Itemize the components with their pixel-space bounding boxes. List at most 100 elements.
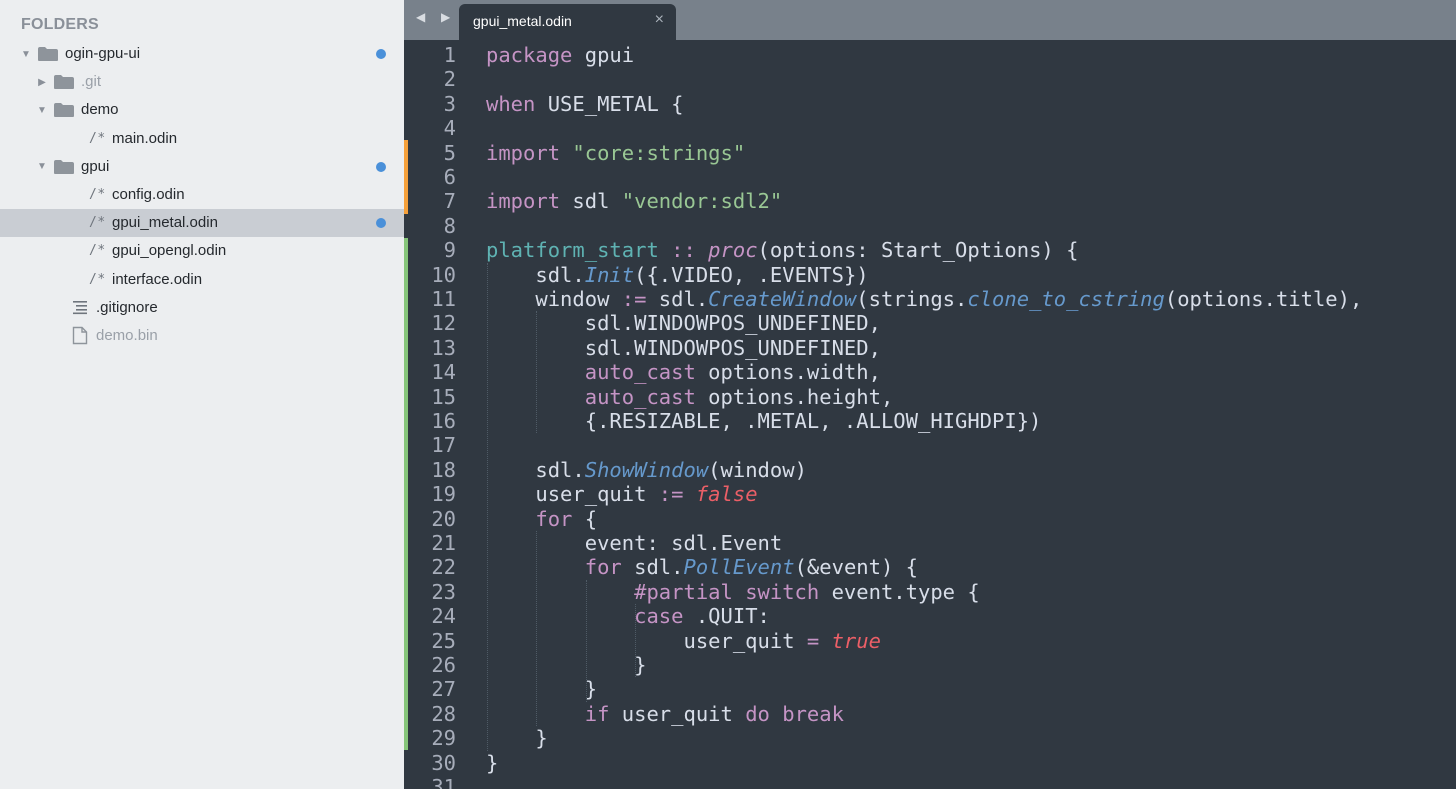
code-line[interactable]: 4 [404,116,1456,140]
folder-icon [53,102,75,118]
code-text: sdl.ShowWindow(window) [486,458,807,482]
code-token: Init [584,262,635,287]
code-line[interactable]: 1 package gpui [404,43,1456,67]
indent-guide [536,311,538,434]
code-text: auto_cast options.height, [486,385,894,409]
disclosure-open-icon[interactable]: ▼ [36,161,48,173]
code-token: event: sdl.Event [486,531,783,555]
code-token: sdl.WINDOWPOS_UNDEFINED, [486,335,881,360]
sidebar: FOLDERS ▼ ogin-gpu-ui ▶ .git ▼ demo /* main.odi… [0,0,404,789]
code-line[interactable]: 27 } [404,677,1456,701]
disclosure-open-icon[interactable]: ▼ [36,104,48,116]
tree-item-label: demo [81,101,119,119]
code-line[interactable]: 29 } [404,726,1456,750]
code-token: event.type { [819,579,980,604]
code-line[interactable]: 5 import "core:strings" [404,141,1456,165]
tree-item-label: config.odin [112,186,185,203]
code-line[interactable]: 12 sdl.WINDOWPOS_UNDEFINED, [404,311,1456,335]
code-line[interactable]: 22 for sdl.PollEvent(&event) { [404,555,1456,579]
line-number: 21 [431,531,456,555]
tab-gpui-metal[interactable]: gpui_metal.odin × [459,4,676,40]
line-number: 4 [443,116,456,141]
code-line[interactable]: 9 platform_start :: proc(options: Start_O… [404,238,1456,262]
tree-item-label: .gitignore [96,298,158,316]
tree-item[interactable]: ▼ gpui [0,153,404,181]
tree-item[interactable]: /* gpui_opengl.odin [0,237,404,265]
code-text: sdl.Init({.VIDEO, .EVENTS}) [486,262,868,287]
code-line[interactable]: 15 auto_cast options.height, [404,385,1456,409]
code-line[interactable]: 30} [404,751,1456,775]
tree-item[interactable]: /* config.odin [0,181,404,209]
code-line[interactable]: 2 [404,67,1456,91]
tree-item[interactable]: ▶ .git [0,68,404,96]
code-line[interactable]: 13 sdl.WINDOWPOS_UNDEFINED, [404,336,1456,360]
line-number: 23 [431,579,456,604]
disclosure-closed-icon[interactable]: ▶ [36,76,48,88]
tree-item[interactable]: demo.bin [0,322,404,350]
code-line[interactable]: 25 user_quit = true [404,629,1456,653]
code-token: USE_METAL { [535,91,684,116]
code-line[interactable]: 23 #partial switch event.type { [404,580,1456,604]
code-token: if [584,701,610,726]
code-token: = [806,628,820,653]
tab-title: gpui_metal.odin [473,13,572,29]
line-number: 27 [431,677,456,702]
code-token: import [486,189,561,214]
code-token: gpui [572,43,635,67]
tree-item[interactable]: /* main.odin [0,125,404,153]
code-line[interactable]: 19 user_quit := false [404,482,1456,506]
tree-item-label: ogin-gpu-ui [65,45,141,62]
code-line[interactable]: 8 [404,214,1456,238]
code-token: (options: Start_Options) { [757,238,1079,263]
tree-item-label: gpui_metal.odin [112,214,218,232]
line-number: 18 [431,457,456,482]
code-token: platform_start [486,238,659,263]
code-line[interactable]: 21 event: sdl.Event [404,531,1456,555]
line-number: 14 [431,360,456,385]
code-view[interactable]: 1 package gpui 2 3 when USE_METAL {4 5 import … [404,40,1456,789]
code-line[interactable]: 17 [404,433,1456,457]
code-token: clone_to_cstring [967,287,1165,311]
tab-nav-arrows-icon[interactable]: ◀ ▶ [416,10,456,24]
code-line[interactable]: 6 [404,165,1456,189]
code-text: for sdl.PollEvent(&event) { [486,555,918,579]
code-line[interactable]: 14 auto_cast options.width, [404,360,1456,384]
tree-item[interactable]: /* gpui_metal.odin [0,209,404,238]
folders-heading: FOLDERS [21,16,99,33]
code-token: sdl. [486,262,585,287]
code-line[interactable]: 18 sdl.ShowWindow(window) [404,458,1456,482]
code-token: user_quit [609,701,746,726]
code-token: } [486,653,647,677]
tree-item[interactable]: ▼ demo [0,96,404,124]
modified-dot-icon [376,218,386,229]
code-text: user_quit := false [486,482,757,506]
code-line[interactable]: 24 case .QUIT: [404,604,1456,628]
code-line[interactable]: 10 sdl.Init({.VIDEO, .EVENTS}) [404,263,1456,287]
code-line[interactable]: 7 import sdl "vendor:sdl2" [404,189,1456,213]
disclosure-open-icon[interactable]: ▼ [20,48,32,60]
modified-dot-icon [376,49,386,59]
code-token: } [486,726,548,751]
code-line[interactable]: 26 } [404,653,1456,677]
tree-item[interactable]: .gitignore [0,294,404,322]
tab-close-icon[interactable]: × [655,11,664,29]
code-text: import "core:strings" [486,141,745,165]
code-token: CreateWindow [708,287,857,311]
code-line[interactable]: 20 for { [404,507,1456,531]
modified-dot-icon [376,161,386,172]
code-line[interactable]: 31 [404,775,1456,789]
tree-item[interactable]: ▼ ogin-gpu-ui [0,40,404,68]
code-line[interactable]: 16 {.RESIZABLE, .METAL, .ALLOW_HIGHDPI}) [404,409,1456,433]
code-token: when [486,91,536,116]
tree-item[interactable]: /* interface.odin [0,266,404,294]
code-line[interactable]: 11 window := sdl.CreateWindow(strings.cl… [404,287,1456,311]
code-line[interactable]: 3 when USE_METAL { [404,92,1456,116]
code-text: sdl.WINDOWPOS_UNDEFINED, [486,336,881,360]
code-line[interactable]: 28 if user_quit do break [404,702,1456,726]
code-token: {.RESIZABLE, .METAL, .ALLOW_HIGHDPI}) [486,409,1042,433]
code-text: if user_quit do break [486,702,844,726]
